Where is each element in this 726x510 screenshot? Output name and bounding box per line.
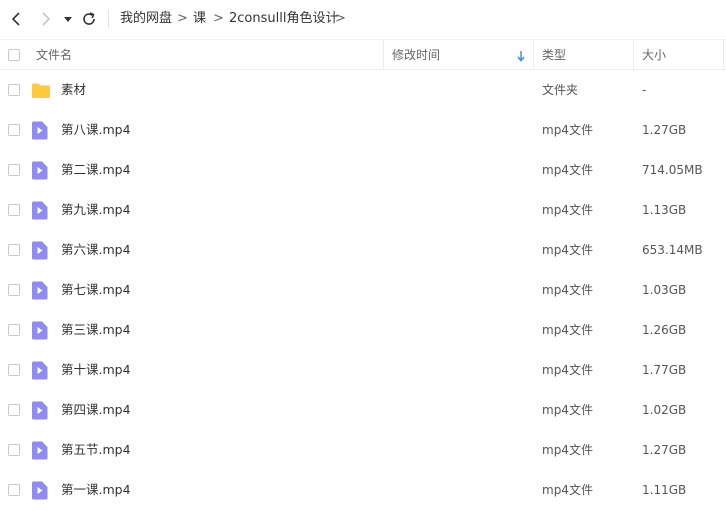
file-size: 1.27GB [642,123,687,137]
file-row[interactable]: 第七课.mp4 mp4文件 1.03GB [0,270,726,310]
file-name[interactable]: 素材 [61,70,86,110]
file-size: 1.26GB [642,323,687,337]
file-row[interactable]: 第一课.mp4 mp4文件 1.11GB [0,470,726,510]
column-header-type[interactable]: 类型 [542,40,566,70]
file-type: mp4文件 [542,163,593,177]
file-size: 653.14MB [642,243,703,257]
file-type: mp4文件 [542,323,593,337]
file-type: mp4文件 [542,483,593,497]
sort-descending-icon[interactable] [516,48,526,62]
file-size: 714.05MB [642,163,703,177]
file-list-header: 文件名 修改时间 类型 大小 [0,39,726,70]
file-size: 1.03GB [642,283,687,297]
column-divider[interactable] [383,40,384,70]
file-type: mp4文件 [542,403,593,417]
file-row[interactable]: 第二课.mp4 mp4文件 714.05MB [0,150,726,190]
row-checkbox[interactable] [8,204,20,216]
column-divider[interactable] [633,40,634,70]
row-checkbox[interactable] [8,284,20,296]
row-checkbox[interactable] [8,124,20,136]
file-type: mp4文件 [542,443,593,457]
breadcrumb-separator: > [335,11,346,26]
folder-icon [31,82,51,103]
row-checkbox[interactable] [8,244,20,256]
row-checkbox[interactable] [8,324,20,336]
file-name[interactable]: 第三课.mp4 [61,310,131,350]
file-row[interactable]: 第十课.mp4 mp4文件 1.77GB [0,350,726,390]
toolbar: 我的网盘 > 课 > 2consulll角色设计 > [0,0,726,38]
video-file-icon [31,401,48,424]
video-file-icon [31,441,48,464]
video-file-icon [31,361,48,384]
file-size: 1.77GB [642,363,687,377]
file-size: 1.02GB [642,403,687,417]
forward-icon[interactable] [37,10,53,28]
file-type: mp4文件 [542,123,593,137]
breadcrumb-item-current[interactable]: 2consulll角色设计 [229,11,338,27]
file-name[interactable]: 第九课.mp4 [61,190,131,230]
file-row[interactable]: 第九课.mp4 mp4文件 1.13GB [0,190,726,230]
breadcrumb-separator: > [177,11,188,26]
file-row[interactable]: 第六课.mp4 mp4文件 653.14MB [0,230,726,270]
breadcrumb-separator: > [213,11,224,26]
file-name[interactable]: 第六课.mp4 [61,230,131,270]
video-file-icon [31,121,48,144]
refresh-icon[interactable] [81,10,97,28]
file-name[interactable]: 第七课.mp4 [61,270,131,310]
file-row[interactable]: 第四课.mp4 mp4文件 1.02GB [0,390,726,430]
file-type: mp4文件 [542,203,593,217]
video-file-icon [31,321,48,344]
file-name[interactable]: 第一课.mp4 [61,470,131,510]
row-checkbox[interactable] [8,404,20,416]
column-header-modified[interactable]: 修改时间 [392,40,440,70]
file-name[interactable]: 第四课.mp4 [61,390,131,430]
file-type: mp4文件 [542,283,593,297]
file-name[interactable]: 第十课.mp4 [61,350,131,390]
file-name[interactable]: 第二课.mp4 [61,150,131,190]
file-row[interactable]: 第三课.mp4 mp4文件 1.26GB [0,310,726,350]
video-file-icon [31,161,48,184]
row-checkbox[interactable] [8,364,20,376]
video-file-icon [31,201,48,224]
file-type: mp4文件 [542,363,593,377]
file-size: 1.13GB [642,203,687,217]
file-size: 1.11GB [642,483,687,497]
file-row[interactable]: 素材 文件夹 - [0,70,726,110]
file-name[interactable]: 第五节.mp4 [61,430,131,470]
video-file-icon [31,481,48,504]
row-checkbox[interactable] [8,84,20,96]
file-size: 1.27GB [642,443,687,457]
file-type: mp4文件 [542,243,593,257]
column-divider[interactable] [723,40,724,70]
video-file-icon [31,241,48,264]
column-header-name[interactable]: 文件名 [36,40,72,70]
file-row[interactable]: 第八课.mp4 mp4文件 1.27GB [0,110,726,150]
file-type: 文件夹 [542,83,579,97]
column-divider[interactable] [533,40,534,70]
history-dropdown-icon[interactable] [62,10,74,28]
row-checkbox[interactable] [8,164,20,176]
file-row[interactable]: 第五节.mp4 mp4文件 1.27GB [0,430,726,470]
back-icon[interactable] [9,10,25,28]
select-all-checkbox[interactable] [8,49,20,61]
file-name[interactable]: 第八课.mp4 [61,110,131,150]
breadcrumb-item-course[interactable]: 课 [193,11,206,27]
row-checkbox[interactable] [8,444,20,456]
file-size: - [642,83,647,97]
breadcrumb-item-root[interactable]: 我的网盘 [120,11,172,27]
video-file-icon [31,281,48,304]
toolbar-divider [108,10,109,28]
column-header-size[interactable]: 大小 [642,40,666,70]
row-checkbox[interactable] [8,484,20,496]
